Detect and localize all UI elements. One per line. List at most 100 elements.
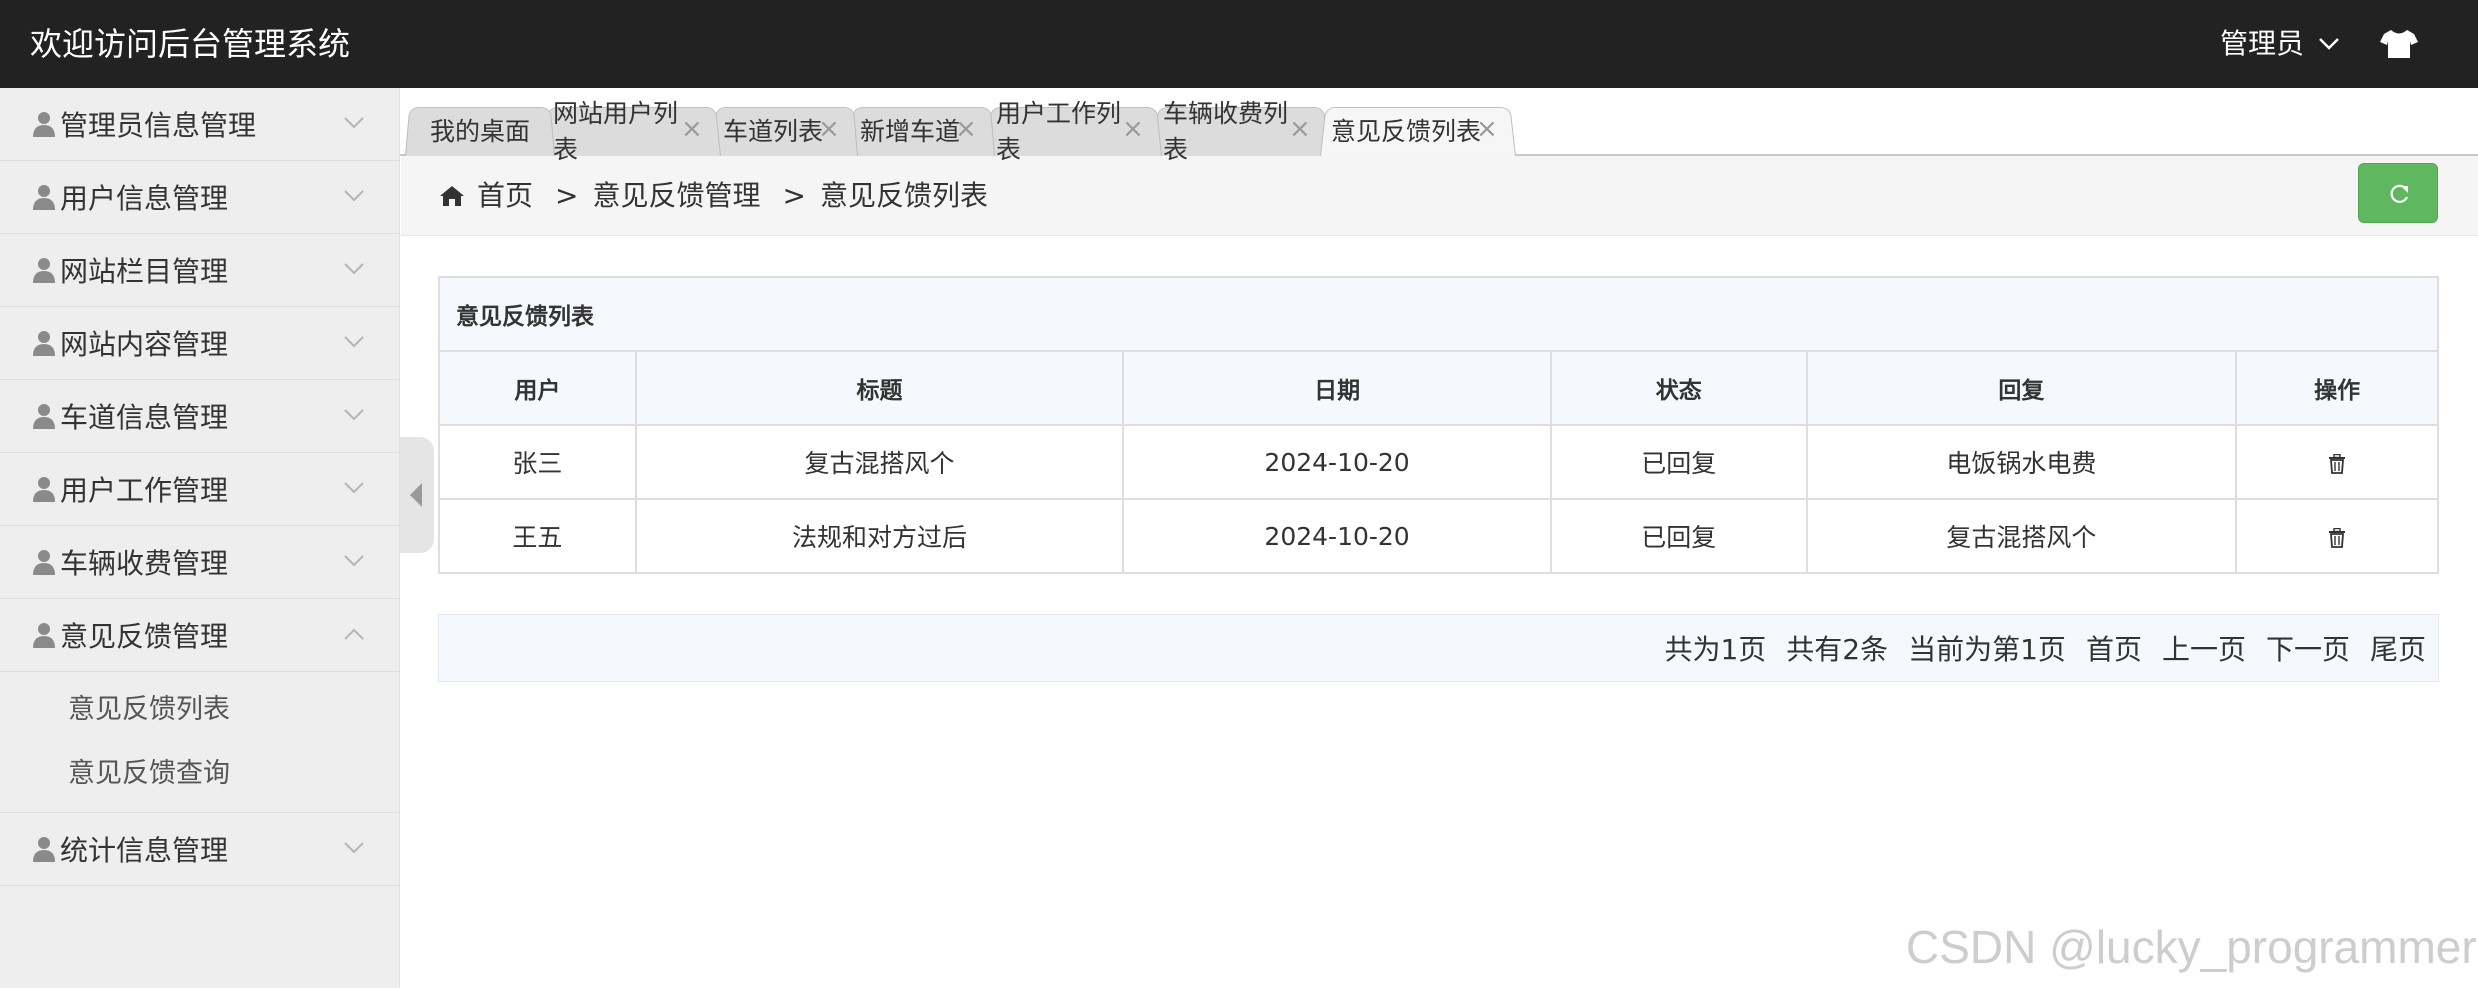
current-page: 当前为第1页 [1908, 633, 2066, 666]
breadcrumb-home[interactable]: 首页 [477, 174, 533, 218]
sidebar-submenu: 意见反馈列表 意见反馈查询 [0, 672, 399, 813]
top-header: 欢迎访问后台管理系统 管理员 [0, 0, 2478, 88]
chevron-down-icon [344, 117, 364, 129]
user-icon [33, 112, 55, 137]
breadcrumb-level1[interactable]: 意见反馈管理 [592, 174, 760, 218]
app-title: 欢迎访问后台管理系统 [30, 25, 351, 63]
chevron-down-icon [344, 263, 364, 275]
chevron-down-icon [344, 555, 364, 567]
sidebar-menu-label: 用户信息管理 [60, 182, 229, 215]
user-icon [33, 837, 55, 862]
sidebar-menu-label: 用户工作管理 [60, 474, 229, 507]
cell-reply: 电饭锅水电费 [1805, 424, 2238, 500]
column-header: 状态 [1549, 350, 1808, 426]
chevron-down-icon [344, 482, 364, 494]
table-caption: 意见反馈列表 [438, 276, 2439, 352]
table-caption-row: 意见反馈列表 [438, 276, 2439, 352]
refresh-icon [2390, 184, 2409, 203]
cell-title: 法规和对方过后 [634, 498, 1125, 574]
tab-label[interactable]: 我的桌面 [415, 104, 545, 156]
trash-icon[interactable] [2328, 453, 2346, 474]
trash-icon[interactable] [2328, 527, 2346, 548]
cell-user: 张三 [438, 424, 637, 500]
feedback-table: 意见反馈列表 用户 标题 日期 状态 回复 操作 张三 复古混搭风个 2024-10… [438, 276, 2439, 574]
sidebar-menu-item[interactable]: 用户工作管理 [0, 453, 399, 526]
sidebar-menu-item[interactable]: 网站内容管理 [0, 307, 399, 380]
breadcrumb: 首页 > 意见反馈管理 > 意见反馈列表 [439, 174, 988, 218]
user-icon [33, 477, 55, 502]
sidebar: 管理员信息管理 用户信息管理 网站栏目管理 网站内容管理 车道信息管理 用户工作管理 车辆收… [0, 88, 400, 988]
user-icon [33, 623, 55, 648]
admin-user-menu[interactable]: 管理员 [2220, 22, 2340, 66]
sidebar-menu-item[interactable]: 意见反馈管理 [0, 599, 399, 672]
sidebar-menu-item[interactable]: 用户信息管理 [0, 161, 399, 234]
sidebar-menu-label: 管理员信息管理 [60, 109, 257, 142]
next-page-link[interactable]: 下一页 [2266, 628, 2350, 668]
column-header: 标题 [634, 350, 1125, 426]
sidebar-menu-label: 车辆收费管理 [60, 547, 229, 580]
breadcrumb-current: 意见反馈列表 [819, 179, 988, 212]
close-icon[interactable]: × [1122, 114, 1144, 144]
sidebar-menu: 管理员信息管理 用户信息管理 网站栏目管理 网站内容管理 车道信息管理 用户工作管理 车辆收… [0, 88, 399, 886]
cell-title: 复古混搭风个 [634, 424, 1125, 500]
sidebar-collapse-toggle[interactable] [400, 437, 434, 553]
admin-user-label: 管理员 [2220, 27, 2305, 60]
chevron-down-icon [344, 409, 364, 421]
breadcrumb-separator: > [555, 179, 579, 212]
column-header: 用户 [438, 350, 637, 426]
tshirt-icon[interactable] [2380, 28, 2418, 60]
sidebar-menu-label: 意见反馈管理 [60, 620, 229, 653]
user-icon [33, 331, 55, 356]
sidebar-menu-item[interactable]: 管理员信息管理 [0, 88, 399, 161]
column-header: 日期 [1122, 350, 1552, 426]
refresh-button[interactable] [2358, 163, 2438, 223]
tab-bar: 我的桌面 网站用户列表 × 车道列表 × 新增车道 × 用户工作列表 × 车辆收费列表 × 意见反馈列… [400, 88, 2478, 164]
sidebar-menu-item[interactable]: 统计信息管理 [0, 813, 399, 886]
close-icon[interactable]: × [955, 114, 977, 144]
sidebar-menu-label: 网站内容管理 [60, 328, 229, 361]
close-icon[interactable]: × [1289, 114, 1311, 144]
total-pages: 共为1页 [1664, 633, 1767, 666]
sidebar-submenu-item[interactable]: 意见反馈查询 [0, 742, 399, 806]
last-page-link[interactable]: 尾页 [2370, 628, 2426, 668]
sidebar-menu-label: 车道信息管理 [60, 401, 229, 434]
sidebar-menu-item[interactable]: 车道信息管理 [0, 380, 399, 453]
breadcrumb-bar: 首页 > 意见反馈管理 > 意见反馈列表 [401, 156, 2478, 236]
sidebar-submenu-item[interactable]: 意见反馈列表 [0, 678, 399, 742]
sidebar-menu-item[interactable]: 车辆收费管理 [0, 526, 399, 599]
close-icon[interactable]: × [818, 114, 840, 144]
user-icon [33, 258, 55, 283]
chevron-down-icon [344, 842, 364, 854]
chevron-left-icon [410, 483, 422, 507]
breadcrumb-separator: > [782, 179, 806, 212]
table-row: 张三 复古混搭风个 2024-10-20 已回复 电饭锅水电费 [438, 424, 2439, 500]
cell-date: 2024-10-20 [1122, 424, 1552, 500]
column-header: 回复 [1805, 350, 2238, 426]
chevron-down-icon [344, 336, 364, 348]
prev-page-link[interactable]: 上一页 [2162, 628, 2246, 668]
first-page-link[interactable]: 首页 [2086, 628, 2142, 668]
cell-status: 已回复 [1549, 424, 1808, 500]
user-icon [33, 550, 55, 575]
close-icon[interactable]: × [1476, 114, 1498, 144]
sidebar-menu-item[interactable]: 网站栏目管理 [0, 234, 399, 307]
cell-action [2235, 424, 2439, 500]
chevron-up-icon [344, 628, 364, 640]
cell-status: 已回复 [1549, 498, 1808, 574]
cell-action [2235, 498, 2439, 574]
watermark: CSDN @lucky_programmer [1906, 921, 2477, 973]
home-icon [440, 186, 464, 206]
sidebar-menu-label: 统计信息管理 [60, 834, 229, 867]
cell-date: 2024-10-20 [1122, 498, 1552, 574]
user-icon [33, 185, 55, 210]
total-items: 共有2条 [1786, 633, 1889, 666]
cell-reply: 复古混搭风个 [1805, 498, 2238, 574]
column-header: 操作 [2235, 350, 2439, 426]
pagination: 共为1页 共有2条 当前为第1页 首页 上一页 下一页 尾页 [438, 614, 2439, 682]
chevron-down-icon [344, 190, 364, 202]
chevron-down-icon [2319, 38, 2339, 50]
sidebar-menu-label: 网站栏目管理 [60, 255, 229, 288]
close-icon[interactable]: × [681, 114, 703, 144]
user-icon [33, 404, 55, 429]
table-header-row: 用户 标题 日期 状态 回复 操作 [438, 350, 2439, 426]
